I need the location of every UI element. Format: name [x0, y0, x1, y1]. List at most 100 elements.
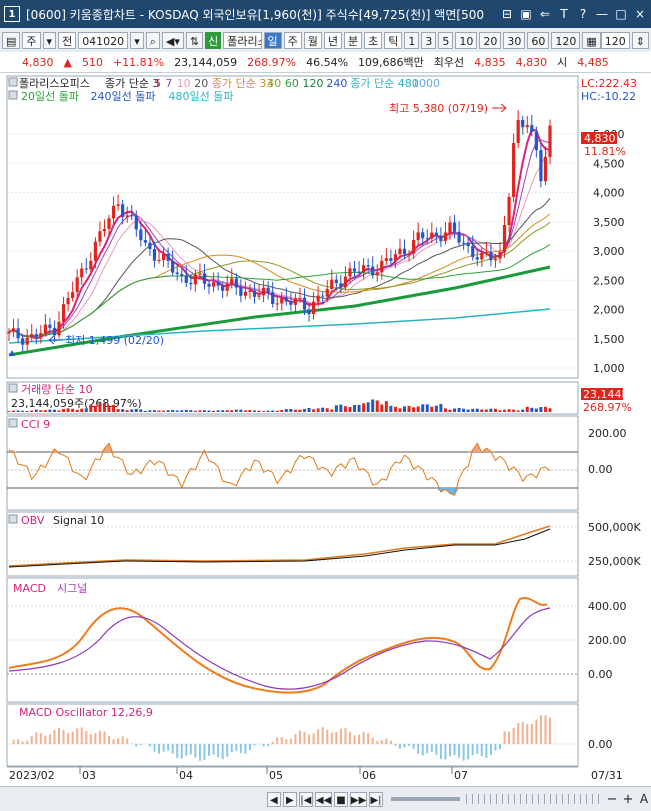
ma-legend-item[interactable]: 5 [154, 77, 161, 90]
volume-bar [208, 410, 211, 412]
ma-legend-item[interactable]: 240 [326, 77, 347, 90]
osc-tick-0: 0.00 [588, 738, 613, 751]
cci-title: CCI 9 [21, 418, 50, 431]
new-stock-badge[interactable]: 신 [205, 32, 221, 49]
maximize-icon[interactable]: ▣ [518, 7, 534, 21]
scroll-right-button[interactable]: ▶ [283, 792, 297, 807]
cci-list-icon[interactable] [9, 419, 17, 427]
interval-60[interactable]: 60 [527, 32, 549, 49]
volume-bar [417, 406, 420, 412]
code-dropdown-icon[interactable]: ▾ [130, 32, 144, 49]
volume-value-label: 23,144,059주(268.97%) [11, 397, 142, 410]
toolbar-grid-icon[interactable]: ▦ [582, 32, 600, 49]
candle-body [367, 265, 370, 266]
minimize-icon[interactable]: — [594, 7, 610, 21]
zoom-out-button[interactable]: − [605, 792, 619, 807]
link-icon[interactable]: ⇐ [537, 7, 553, 21]
auto-scale-button[interactable]: A [637, 792, 651, 807]
tab-period-year[interactable]: 년 [324, 32, 342, 49]
help-icon[interactable]: ? [575, 7, 591, 21]
fast-back-button[interactable]: ◀◀ [315, 792, 332, 807]
interval-120[interactable]: 120 [551, 32, 580, 49]
volume-bar [44, 410, 47, 412]
x-tick-07-31: 07/31 [591, 769, 623, 782]
window-maximize-icon[interactable]: □ [613, 7, 629, 21]
ma-legend-item[interactable]: 10 [177, 77, 191, 90]
candle-body [407, 254, 410, 255]
signal-list-icon[interactable] [9, 91, 17, 99]
chart-svg[interactable]: 폴라리스오피스 종가 단순 3571020종가 단순 334060120240종… [5, 74, 648, 786]
interval-10[interactable]: 10 [455, 32, 477, 49]
market-dropdown-icon[interactable]: ▾ [43, 32, 57, 49]
signal-legend-item[interactable]: 20일선 돌파 [21, 89, 79, 103]
osc-bar [67, 733, 69, 744]
search-icon[interactable]: ⌕ [146, 32, 160, 49]
zoom-ruler[interactable] [466, 794, 603, 804]
candle-body [198, 273, 201, 274]
candle-body [244, 292, 247, 296]
volume-bar [12, 411, 15, 412]
scroll-end-button[interactable]: ▶| [369, 792, 383, 807]
zoom-in-button[interactable]: + [621, 792, 635, 807]
prev-button[interactable]: 전 [58, 32, 76, 49]
count-spin-icon[interactable]: ⇕ [632, 32, 649, 49]
tab-period-second[interactable]: 초 [364, 32, 382, 49]
stock-code-input[interactable]: 041020 [78, 32, 128, 49]
volume-bar [358, 405, 361, 412]
interval-1[interactable]: 1 [404, 32, 419, 49]
ma-legend-item[interactable]: 종가 단순 480 [350, 77, 418, 90]
fast-forward-button[interactable]: ▶▶ [350, 792, 367, 807]
ma-legend-item[interactable]: 종가 단순 33 [212, 77, 273, 90]
interval-3[interactable]: 3 [421, 32, 436, 49]
tab-period-week[interactable]: 주 [284, 32, 302, 49]
interval-30[interactable]: 30 [503, 32, 525, 49]
interval-20[interactable]: 20 [479, 32, 501, 49]
ma-legend-item[interactable]: 1000 [412, 77, 440, 90]
up-down-icon[interactable]: ⇅ [186, 32, 203, 49]
tab-period-tick[interactable]: 틱 [384, 32, 402, 49]
settings-icon[interactable]: ▤ [2, 32, 20, 49]
sound-icon[interactable]: ◀▾ [162, 32, 184, 49]
stock-list-icon[interactable] [9, 78, 17, 86]
tab-period-day[interactable]: 일 [264, 32, 282, 49]
pct-tag-text: 11.81% [584, 145, 626, 158]
restore-icon[interactable]: ⊟ [499, 7, 515, 21]
ma-legend-row1[interactable]: 종가 단순 357 1020 종가 단순 3340 60 120240종가 단순 480… [105, 77, 440, 90]
osc-bar [326, 730, 328, 744]
ma-legend-item[interactable]: 40 [267, 77, 281, 90]
osc-bar [85, 731, 87, 744]
ma-legend-item[interactable]: 20 [194, 77, 208, 90]
x-tick-2023-02: 2023/02 [9, 769, 55, 782]
osc-bar [426, 744, 428, 753]
signal-legend-item[interactable]: 480일선 돌파 [169, 89, 234, 103]
signal-legend-item[interactable]: 240일선 돌파 [91, 89, 156, 103]
stop-button[interactable]: ■ [334, 792, 348, 807]
volume-bar [30, 411, 33, 412]
volume-bar [376, 400, 379, 412]
candle-body [503, 225, 506, 252]
volume-list-icon[interactable] [9, 384, 17, 392]
scroll-start-button[interactable]: |◀ [299, 792, 313, 807]
chart-area[interactable]: 폴라리스오피스 종가 단순 3571020종가 단순 334060120240종… [5, 74, 648, 786]
scroll-slider[interactable] [391, 797, 460, 801]
ma-legend-item[interactable]: 60 [285, 77, 299, 90]
window-number[interactable]: 1 [4, 6, 20, 22]
ma-legend-row2[interactable]: 20일선 돌파 240일선 돌파 480일선 돌파 [21, 89, 233, 103]
volume-bar [148, 410, 151, 412]
obv-list-icon[interactable] [9, 515, 17, 523]
text-icon[interactable]: T [556, 7, 572, 21]
tab-period-month[interactable]: 월 [304, 32, 322, 49]
ma-legend-item[interactable]: 종가 단순 3 [105, 77, 159, 90]
market-select[interactable]: 주 [22, 32, 40, 49]
interval-5[interactable]: 5 [438, 32, 453, 49]
x-tick-05: 05 [269, 769, 283, 782]
ma-legend-item[interactable]: 120 [303, 77, 324, 90]
scroll-left-button[interactable]: ◀ [267, 792, 281, 807]
close-icon[interactable]: × [632, 7, 648, 21]
tab-period-minute[interactable]: 분 [344, 32, 362, 49]
candle-body [485, 252, 488, 253]
up-arrow-icon: ▲ [64, 56, 72, 69]
ma-legend-item[interactable]: 7 [165, 77, 172, 90]
price-change-pct: +11.81% [113, 56, 164, 69]
count-input[interactable]: 120 [601, 32, 630, 49]
